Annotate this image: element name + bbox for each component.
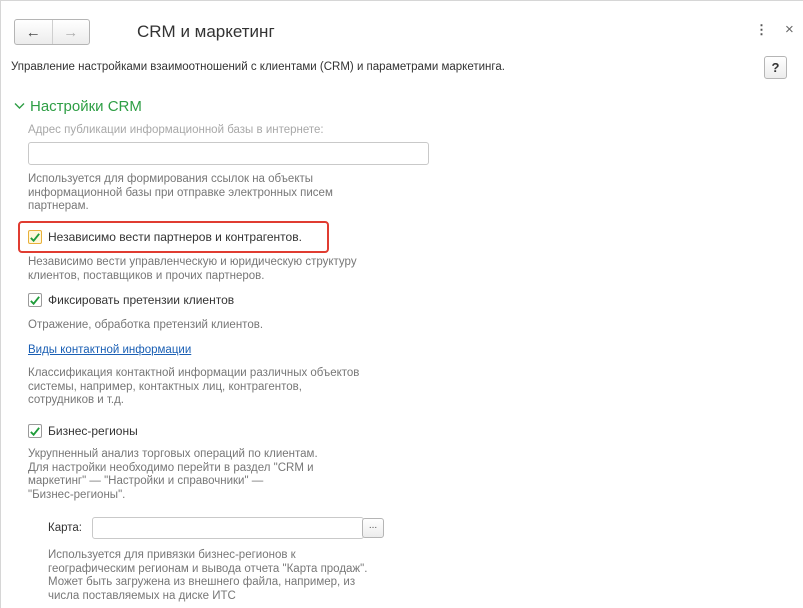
business-regions-checkbox[interactable]	[28, 424, 42, 438]
help-button[interactable]: ?	[764, 56, 787, 79]
arrow-left-icon: ←	[25, 23, 41, 41]
map-input[interactable]	[92, 517, 364, 539]
title-bar: ← → CRM и маркетинг ⋮ ×	[1, 1, 803, 51]
close-icon[interactable]: ×	[785, 21, 794, 38]
back-button[interactable]: ←	[15, 20, 52, 44]
chevron-down-icon	[14, 101, 25, 113]
checkmark-icon	[30, 232, 40, 242]
window-title: CRM и маркетинг	[137, 22, 275, 41]
crm-settings-group-title: Настройки CRM	[30, 98, 142, 115]
map-label: Карта:	[48, 522, 82, 534]
map-select-button[interactable]: ...	[362, 518, 384, 538]
customer-claims-option: Фиксировать претензии клиентов	[28, 293, 234, 307]
publication-address-help: Используется для формирования ссылок на …	[28, 173, 333, 212]
independent-partners-help: Независимо вести управленческую и юридич…	[28, 256, 357, 282]
contact-info-kinds-help: Классификация контактной информации разл…	[28, 367, 360, 406]
publication-address-input[interactable]	[28, 142, 429, 165]
business-regions-label[interactable]: Бизнес-регионы	[48, 424, 138, 438]
independent-partners-checkbox[interactable]	[28, 230, 42, 244]
crm-settings-group-header[interactable]: Настройки CRM	[14, 98, 142, 115]
more-actions-icon[interactable]: ⋮	[755, 23, 768, 37]
business-regions-option: Бизнес-регионы	[28, 424, 138, 438]
arrow-right-icon: →	[63, 23, 79, 41]
navigation-buttons: ← →	[14, 19, 90, 45]
form-description: Управление настройками взаимоотношений с…	[11, 61, 505, 73]
publication-address-label: Адрес публикации информационной базы в и…	[28, 124, 324, 136]
independent-partners-label[interactable]: Независимо вести партнеров и контрагенто…	[48, 230, 302, 244]
independent-partners-option: Независимо вести партнеров и контрагенто…	[28, 230, 302, 244]
crm-marketing-window: ← → CRM и маркетинг ⋮ × Управление настр…	[0, 0, 803, 608]
forward-button[interactable]: →	[51, 20, 90, 44]
checkmark-icon	[30, 295, 40, 305]
customer-claims-checkbox[interactable]	[28, 293, 42, 307]
customer-claims-label[interactable]: Фиксировать претензии клиентов	[48, 293, 234, 307]
map-help: Используется для привязки бизнес-регионо…	[48, 549, 368, 602]
contact-info-kinds-link[interactable]: Виды контактной информации	[28, 344, 191, 356]
customer-claims-help: Отражение, обработка претензий клиентов.	[28, 319, 264, 331]
business-regions-help: Укрупненный анализ торговых операций по …	[28, 448, 318, 501]
checkmark-icon	[30, 426, 40, 436]
